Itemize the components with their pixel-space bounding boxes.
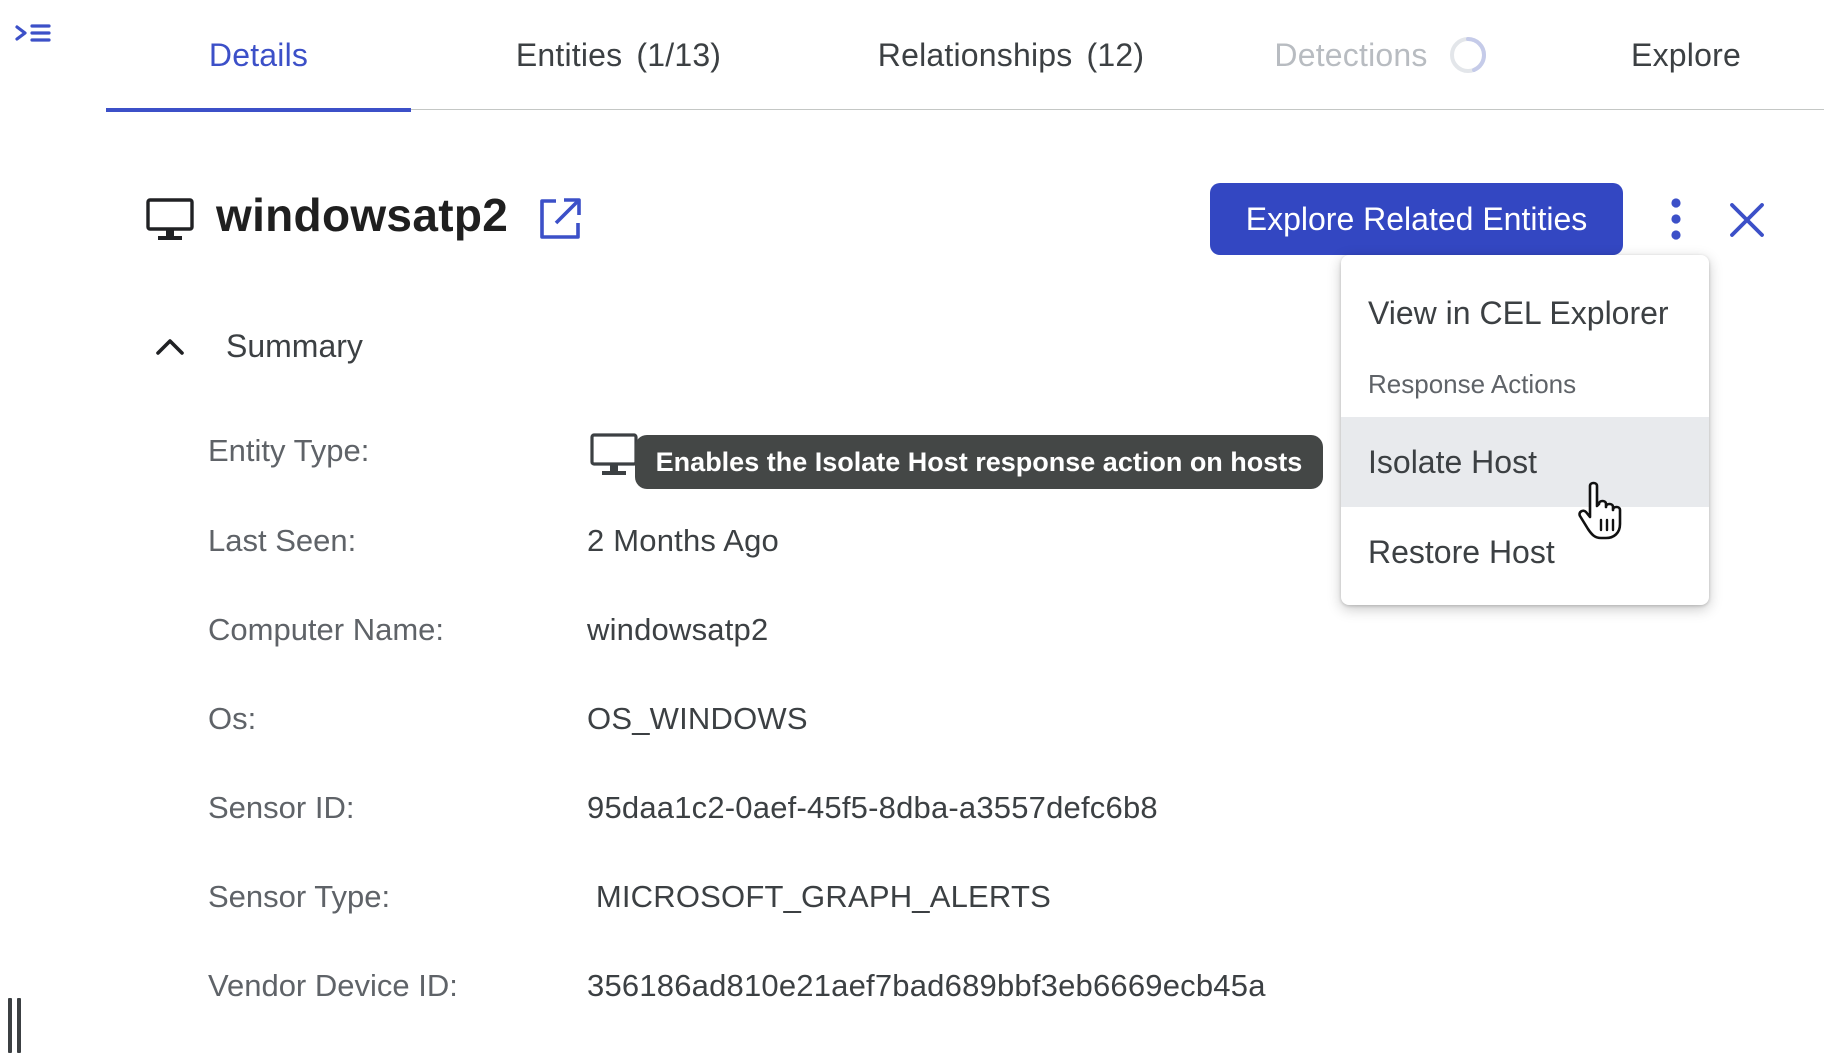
close-icon[interactable] — [1728, 201, 1766, 239]
summary-row-os: Os: OS_WINDOWS — [0, 701, 1400, 745]
isolate-host-tooltip: Enables the Isolate Host response action… — [635, 435, 1323, 489]
tab-explore-label: Explore — [1631, 36, 1741, 73]
tab-detections[interactable]: Detections — [1246, 0, 1516, 110]
row-value: OS_WINDOWS — [587, 701, 808, 736]
more-vert-icon[interactable] — [1660, 196, 1692, 242]
row-label: Os: — [208, 701, 257, 736]
row-value: 2 Months Ago — [587, 523, 779, 558]
monitor-icon — [146, 198, 194, 240]
menu-section-response-actions: Response Actions — [1368, 369, 1577, 399]
menu-item-restore-host[interactable]: Restore Host — [1341, 507, 1709, 597]
row-label: Sensor ID: — [208, 790, 355, 825]
explore-related-entities-button[interactable]: Explore Related Entities — [1210, 183, 1623, 255]
tab-detections-label: Detections — [1274, 36, 1428, 73]
row-label: Vendor Device ID: — [208, 968, 458, 1003]
row-label: Computer Name: — [208, 612, 445, 647]
summary-section-toggle[interactable]: Summary — [150, 324, 470, 368]
entity-details-panel: Details Entities (1/13) Relationships (12)… — [0, 0, 1824, 1053]
tab-entities-count: (1/13) — [636, 36, 722, 73]
tab-relationships-count: (12) — [1086, 36, 1145, 73]
more-actions-menu: View in CEL Explorer Response Actions Is… — [1341, 255, 1709, 605]
spinner-icon — [1449, 37, 1486, 73]
tab-entities[interactable]: Entities (1/13) — [466, 0, 771, 110]
summary-row-sensor-type: Sensor Type: MICROSOFT_GRAPH_ALERTS — [0, 879, 1400, 923]
open-in-new-icon[interactable] — [538, 197, 582, 241]
tab-bar: Details Entities (1/13) Relationships (12)… — [106, 0, 1824, 112]
row-value: 356186ad810e21aef7bad689bbf3eb6669ecb45a — [587, 968, 1266, 1003]
row-value: windowsatp2 — [587, 612, 769, 647]
panel-resize-handle[interactable] — [8, 998, 24, 1053]
row-value: MICROSOFT_GRAPH_ALERTS — [587, 879, 1051, 914]
row-label: Sensor Type: — [208, 879, 391, 914]
entity-title: windowsatp2 — [216, 189, 509, 241]
row-label: Entity Type: — [208, 433, 370, 468]
summary-label: Summary — [226, 327, 363, 364]
row-label: Last Seen: — [208, 523, 357, 558]
menu-item-view-cel-explorer[interactable]: View in CEL Explorer — [1341, 285, 1709, 341]
tab-entities-label: Entities — [515, 36, 623, 73]
tab-explore[interactable]: Explore — [1566, 0, 1806, 110]
tab-relationships-label: Relationships — [877, 36, 1073, 73]
tab-details[interactable]: Details — [106, 0, 411, 112]
menu-item-isolate-host[interactable]: Isolate Host — [1341, 417, 1709, 507]
row-value: 95daa1c2-0aef-45f5-8dba-a3557defc6b8 — [587, 790, 1158, 825]
summary-row-sensor-id: Sensor ID: 95daa1c2-0aef-45f5-8dba-a3557… — [0, 790, 1400, 834]
monitor-icon — [590, 433, 638, 475]
summary-row-computer-name: Computer Name: windowsatp2 — [0, 612, 1400, 656]
tab-relationships[interactable]: Relationships (12) — [826, 0, 1196, 110]
chevron-up-icon — [156, 339, 184, 355]
expand-panel-icon[interactable] — [14, 22, 52, 52]
tab-details-label: Details — [208, 36, 309, 73]
summary-row-last-seen: Last Seen: 2 Months Ago — [0, 523, 1400, 567]
summary-row-vendor-device-id: Vendor Device ID: 356186ad810e21aef7bad6… — [0, 968, 1400, 1012]
